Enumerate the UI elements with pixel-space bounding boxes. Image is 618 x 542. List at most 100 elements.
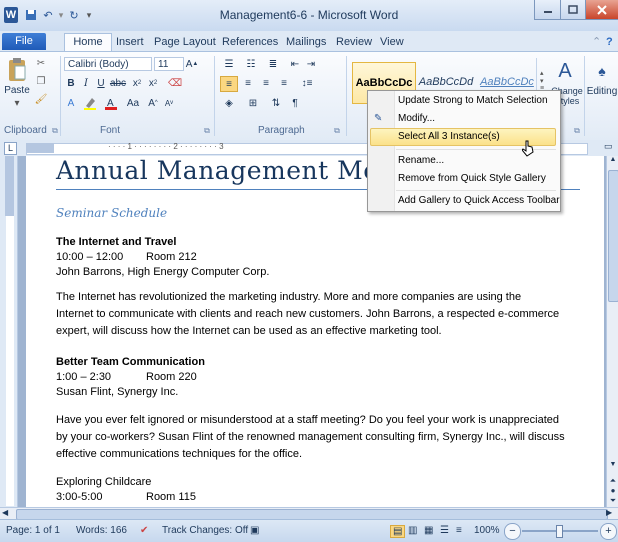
align-left-icon[interactable]: ≡ — [220, 76, 238, 92]
text-effects-icon[interactable]: A — [64, 96, 78, 110]
tab-selector-icon[interactable]: L — [4, 142, 17, 155]
align-right-icon[interactable]: ≡ — [258, 76, 274, 90]
find-icon[interactable]: ♠ — [590, 58, 614, 84]
multilevel-list-icon[interactable]: ≣ — [264, 57, 282, 71]
font-launcher-icon[interactable]: ⧉ — [202, 126, 212, 136]
menu-item-rename[interactable]: Rename... — [398, 152, 444, 170]
menu-item-remove-from-gallery[interactable]: Remove from Quick Style Gallery — [398, 170, 546, 188]
proofing-icon[interactable]: ✔ — [140, 525, 148, 536]
paste-icon[interactable] — [6, 56, 28, 84]
borders-icon[interactable]: ⊞ — [244, 96, 262, 110]
section-1-heading: The Internet and Travel — [56, 236, 177, 248]
sort-icon[interactable]: ⇅ — [268, 96, 284, 110]
tab-references[interactable]: References — [222, 34, 278, 50]
print-layout-icon[interactable]: ▤ — [390, 525, 406, 538]
show-marks-icon[interactable]: ¶ — [288, 96, 302, 110]
menu-item-update-style[interactable]: Update Strong to Match Selection — [398, 92, 548, 110]
clear-formatting-icon[interactable]: ⌫ — [168, 76, 182, 90]
zoom-in-button[interactable]: + — [600, 523, 617, 540]
window-title: Management6-6 - Microsoft Word — [219, 8, 399, 22]
shrink-font-button[interactable]: Av — [162, 96, 176, 110]
section-2-heading: Better Team Communication — [56, 356, 205, 368]
menu-icon-gutter — [368, 91, 395, 211]
bullets-icon[interactable]: ☰ — [220, 57, 238, 71]
next-page-icon[interactable]: ⏷ — [608, 496, 618, 506]
font-color-icon[interactable]: A — [104, 96, 118, 110]
view-ruler-icon[interactable]: ▭ — [604, 141, 616, 153]
italic-icon[interactable]: I — [80, 76, 92, 90]
numbering-icon[interactable]: ☷ — [242, 57, 260, 71]
bold-icon[interactable]: B — [64, 76, 78, 90]
menu-item-add-gallery-qat[interactable]: Add Gallery to Quick Access Toolbar — [398, 192, 560, 210]
vertical-ruler[interactable] — [2, 156, 18, 507]
previous-page-icon[interactable]: ⏶ — [608, 476, 618, 486]
strikethrough-icon[interactable]: abc — [110, 76, 126, 90]
align-center-icon[interactable]: ≡ — [240, 76, 256, 90]
section-3-room: Room 115 — [146, 491, 196, 503]
modify-icon: ✎ — [374, 113, 383, 124]
scroll-thumb[interactable] — [608, 170, 618, 302]
clipboard-launcher-icon[interactable]: ⧉ — [50, 126, 60, 136]
browse-object-icon[interactable]: ● — [608, 486, 618, 496]
minimize-ribbon-icon[interactable]: ⌃ — [592, 34, 601, 50]
word-count[interactable]: Words: 166 — [76, 525, 127, 536]
line-spacing-icon[interactable]: ↕≡ — [298, 76, 316, 90]
zoom-level[interactable]: 100% — [474, 525, 500, 536]
ruler-tick-label: · · · · 1 · · · · · · · · 2 · · · · · · … — [108, 142, 224, 151]
vruler-track — [6, 216, 14, 506]
change-case-icon[interactable]: Aa — [124, 96, 142, 110]
paste-button[interactable]: Paste — [2, 85, 32, 96]
grow-font-button[interactable]: A ^ — [146, 96, 160, 110]
tab-page-layout[interactable]: Page Layout — [154, 34, 216, 50]
vertical-scrollbar[interactable]: ▲ ▼ ⏶ ● ⏷ — [606, 156, 618, 507]
page-count[interactable]: Page: 1 of 1 — [6, 525, 60, 536]
highlight-icon[interactable] — [82, 96, 98, 110]
subscript-icon[interactable]: x2 — [130, 76, 144, 90]
web-layout-icon[interactable]: ▦ — [424, 525, 433, 536]
editing-button[interactable]: Editing — [586, 86, 618, 97]
scroll-up-icon[interactable]: ▲ — [608, 156, 618, 168]
paragraph-launcher-icon[interactable]: ⧉ — [332, 126, 342, 136]
tab-insert[interactable]: Insert — [116, 34, 144, 50]
menu-item-modify[interactable]: Modify... — [398, 110, 435, 128]
increase-indent-icon[interactable]: ⇥ — [304, 57, 318, 71]
draft-icon[interactable]: ≡ — [456, 525, 462, 536]
tab-review[interactable]: Review — [336, 34, 372, 50]
decrease-indent-icon[interactable]: ⇤ — [288, 57, 302, 71]
change-styles-icon[interactable]: A — [552, 58, 578, 84]
macro-icon[interactable]: ▣ — [250, 525, 259, 536]
scroll-right-icon[interactable]: ▶ — [606, 508, 616, 517]
maximize-button[interactable] — [560, 0, 586, 20]
close-button[interactable] — [585, 0, 618, 20]
styles-launcher-icon[interactable]: ⧉ — [572, 126, 582, 136]
format-painter-icon[interactable]: 🖌 — [34, 92, 48, 106]
zoom-out-button[interactable]: − — [504, 523, 521, 540]
scroll-left-icon[interactable]: ◀ — [2, 508, 12, 517]
outline-icon[interactable]: ☰ — [440, 525, 449, 536]
menu-item-select-all[interactable]: Select All 3 Instance(s) — [398, 128, 500, 146]
title-bar: W ↶ ▾ ↻ ▾ Management6-6 - Microsoft Word — [0, 0, 618, 32]
tab-file[interactable]: File — [2, 33, 46, 50]
cut-icon[interactable]: ✂ — [34, 56, 48, 70]
superscript-icon[interactable]: x2 — [146, 76, 160, 90]
scroll-down-icon[interactable]: ▼ — [608, 461, 618, 473]
tab-mailings[interactable]: Mailings — [286, 34, 326, 50]
document-title: Annual Management Mee — [56, 156, 394, 185]
section-3-heading: Exploring Childcare — [56, 476, 152, 488]
section-1-speaker: John Barrons, High Energy Computer Corp. — [56, 266, 270, 278]
font-size-dropdown[interactable]: 11 — [154, 57, 184, 71]
font-name-dropdown[interactable]: Calibri (Body) — [64, 57, 152, 71]
grow-font-icon[interactable]: A ▲ — [186, 57, 199, 71]
shading-icon[interactable]: ◈ — [220, 96, 238, 110]
minimize-button[interactable] — [534, 0, 561, 20]
help-icon[interactable]: ? — [606, 34, 613, 50]
full-screen-icon[interactable]: ▥ — [408, 525, 417, 536]
tab-view[interactable]: View — [380, 34, 404, 50]
justify-icon[interactable]: ≡ — [276, 76, 292, 90]
copy-icon[interactable]: ❐ — [34, 74, 48, 88]
tab-home[interactable]: Home — [64, 33, 112, 52]
track-changes-status[interactable]: Track Changes: Off — [162, 525, 248, 536]
paste-dropdown-icon[interactable]: ▾ — [10, 98, 24, 109]
zoom-slider-thumb[interactable] — [556, 525, 563, 538]
underline-icon[interactable]: U — [94, 76, 108, 90]
